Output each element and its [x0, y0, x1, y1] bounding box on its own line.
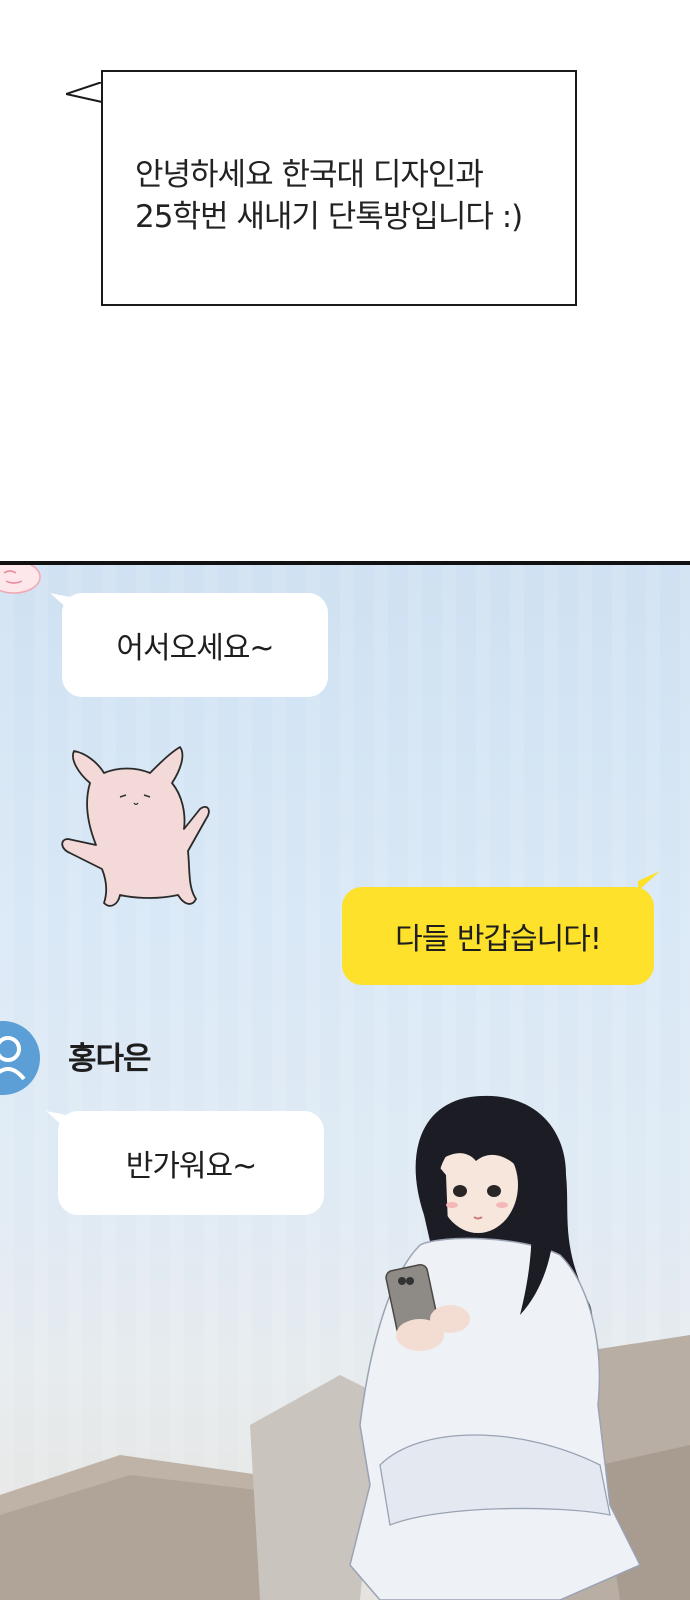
bubble-tail [638, 871, 660, 891]
narration-box: 안녕하세요 한국대 디자인과 25학번 새내기 단톡방입니다 :) [101, 70, 577, 306]
speech-tail [66, 82, 103, 103]
chat-room: 어서오세요~ 다들 반갑습니다! 홍다은 반가워요~ [0, 565, 690, 1600]
chat-bubble-sent[interactable]: 다들 반갑습니다! [342, 887, 654, 985]
narration-line-2: 25학번 새내기 단톡방입니다 :) [135, 199, 523, 235]
narration-line-1: 안녕하세요 한국대 디자인과 [135, 157, 484, 193]
rabbit-sticker[interactable] [56, 733, 216, 913]
narration-panel: 안녕하세요 한국대 디자인과 25학번 새내기 단톡방입니다 :) [0, 0, 690, 562]
pink-doodle-sticker [0, 565, 41, 594]
chat-bubble-received[interactable]: 어서오세요~ [62, 593, 328, 697]
message-text: 다들 반갑습니다! [395, 922, 602, 957]
narration-text: 안녕하세요 한국대 디자인과 25학번 새내기 단톡방입니다 :) [135, 154, 565, 238]
bubble-tail [50, 593, 70, 611]
girl-with-phone-illustration [0, 1095, 690, 1600]
message-text: 어서오세요~ [116, 631, 274, 666]
